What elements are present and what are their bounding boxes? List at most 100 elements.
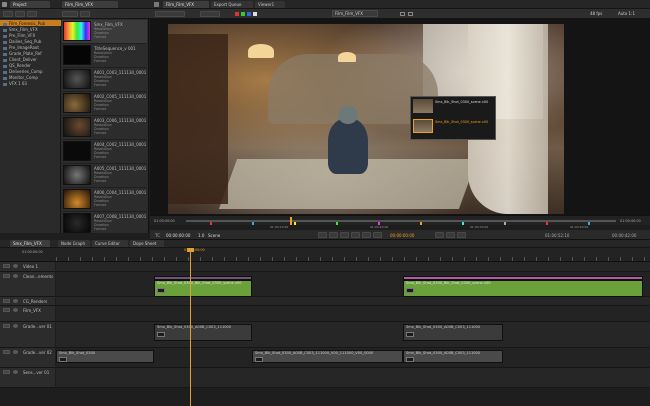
color-swatch-icon[interactable] xyxy=(241,12,245,16)
tab-node-graph[interactable]: Node Graph xyxy=(58,240,90,247)
mode-field[interactable]: Scene xyxy=(208,233,220,238)
bin-item-meta: Format xyxy=(94,203,106,208)
bin-item[interactable]: A003_C006_111130_0001.v Resolution Duratio… xyxy=(62,116,147,140)
alpha-swatch-icon[interactable] xyxy=(253,12,257,16)
folder-icon xyxy=(3,46,7,50)
audio-button[interactable] xyxy=(446,232,455,238)
tree-item[interactable]: Pre_Film_VFX xyxy=(3,33,35,38)
bin-item[interactable]: Smx_Film_VFX Resolution Duration Format xyxy=(62,20,147,44)
tab-export-queue[interactable]: Export Queue xyxy=(211,1,253,8)
viewer-panel: Smx_Blk_Shot_0300_scene.v00 Smx_Blk_Shot… xyxy=(150,19,650,215)
shot-popup-title: Smx_Blk_Shot_0300_scene.v00 xyxy=(435,120,489,124)
app-icon[interactable] xyxy=(2,2,7,7)
timecode-field[interactable]: 00:00:00:00 xyxy=(166,233,190,238)
project-search-button[interactable] xyxy=(27,11,37,17)
timeline-clip[interactable]: Smx_Blk_Shot_0300_A00B_C003_111000 xyxy=(154,324,252,341)
tab-curve-editor[interactable]: Curve Editor xyxy=(92,240,128,247)
tab-dope-sheet[interactable]: Dope Sheet xyxy=(130,240,164,247)
clip-label: Smx_Blk_Shot_0300_A00B_C003_111000 xyxy=(406,351,481,355)
timeline-ruler[interactable]: 01:00:00:00 01:00:00:00 xyxy=(0,248,650,262)
bin-thumbnail xyxy=(63,93,91,113)
playback-dropdown[interactable]: Film_Film_VFX xyxy=(332,10,378,17)
wipe-icon[interactable] xyxy=(400,12,405,16)
viewer-icon[interactable] xyxy=(154,2,159,7)
bin-icons-button[interactable] xyxy=(62,11,78,17)
step-back-button[interactable] xyxy=(329,232,338,238)
folder-icon xyxy=(3,34,7,38)
bin-item-text: Smx_Film_VFX Resolution Duration Format xyxy=(94,22,146,40)
mark-in-button[interactable] xyxy=(457,232,466,238)
timeline-playhead-handle[interactable] xyxy=(187,248,194,252)
bin-item-text: A002_C005_111130_0001.v Resolution Duratio… xyxy=(94,94,146,112)
bin-item[interactable]: TitleSequence_v 001 Resolution Duration For… xyxy=(62,44,147,68)
clip-label: Smx_Blk_Shot_0300_A00B_C003_111000_V00_1… xyxy=(255,351,374,355)
tab-film[interactable]: Film_Film_VFX xyxy=(62,1,118,8)
scrubber-playhead[interactable] xyxy=(290,217,292,225)
bin-item[interactable]: A004_C002_111130_0001.v Resolution Duratio… xyxy=(62,140,147,164)
project-list-button[interactable] xyxy=(15,11,25,17)
scene-cabinet xyxy=(168,34,228,204)
timeline-clip[interactable]: Smx_Blk_Shot_0300_A00B_C003_111000 xyxy=(403,324,503,341)
timeline-clip[interactable]: Smx_Blk_Shot_0300_Blk_Shot_0300_scene.v0… xyxy=(403,280,643,297)
zoom-readout[interactable]: Auto 1:1 xyxy=(618,11,635,16)
ruler-label: 01:00:10:00 xyxy=(270,225,289,229)
bin-item[interactable]: A007_C008_111130_0001.v Resolution Duratio… xyxy=(62,212,147,236)
timeline-clip[interactable]: Smx_Blk_Shot_0300_Blk_Shot_0300_scene.v0… xyxy=(154,280,252,297)
viewer-scrubber[interactable]: 01:00:00:00 01:00:40:00 xyxy=(150,215,650,225)
bin-thumbnail xyxy=(63,21,91,41)
folder-icon xyxy=(3,40,7,44)
clip-label: Smx_Blk_Shot_0300_A00B_C003_111000 xyxy=(406,325,481,329)
transport-bar: TC 00:00:00:00 1.0 Scene 00:00:00:00 01:… xyxy=(150,230,650,240)
timeline-clip[interactable]: Smx_Blk_Shot_0300 xyxy=(56,350,154,363)
timeline-clip[interactable]: Smx_Blk_Shot_0300_A00B_C003_111000 xyxy=(403,350,503,363)
tree-item-label: Pre_Film_VFX xyxy=(9,33,36,38)
viewer-channel-button[interactable] xyxy=(200,11,220,17)
in-out-timecode[interactable]: 00:00:00:00 xyxy=(390,233,414,238)
timeline-clip[interactable]: Smx_Blk_Shot_0300_A00B_C003_111000_V00_1… xyxy=(252,350,403,363)
scrubber-track[interactable] xyxy=(186,220,616,222)
bin-item[interactable]: A006_C004_111130_0001.v Resolution Duratio… xyxy=(62,188,147,212)
ruler-label: 01:00:30:00 xyxy=(470,225,489,229)
shot-popup[interactable]: Smx_Blk_Shot_0300_scene.v00 Smx_Blk_Shot… xyxy=(410,96,496,140)
bin-thumbnail xyxy=(63,189,91,209)
loop-button[interactable] xyxy=(435,232,444,238)
rate-field[interactable]: 1.0 xyxy=(198,233,204,238)
timeline-tabbar: Smx_Film_VFX Node Graph Curve Editor Dop… xyxy=(0,240,650,248)
tab-film-viewer[interactable]: Film_Film_VFX xyxy=(163,1,209,8)
clip-thumbnail xyxy=(406,288,414,293)
bin-thumbnail xyxy=(63,117,91,137)
play-reverse-button[interactable] xyxy=(340,232,349,238)
bin-list-button[interactable] xyxy=(80,11,90,17)
go-to-start-button[interactable] xyxy=(318,232,327,238)
tree-item-label: Monitor_Comp xyxy=(9,75,38,80)
tab-project[interactable]: Project xyxy=(10,1,50,8)
clip-thumbnail xyxy=(255,357,263,362)
tree-item[interactable]: Smx_Film_VFX xyxy=(3,27,38,32)
bin-item[interactable]: A002_C005_111130_0001.v Resolution Duratio… xyxy=(62,92,147,116)
tree-item[interactable]: Pre_ImageRoot xyxy=(3,45,39,50)
tree-item[interactable]: Client_Deliver xyxy=(3,57,37,62)
guides-icon[interactable] xyxy=(408,12,413,16)
color-swatch-icon[interactable] xyxy=(235,12,239,16)
tree-item[interactable]: QS_Render xyxy=(3,63,31,68)
stop-button[interactable] xyxy=(351,232,360,238)
tree-item[interactable]: Deliveries_Comp xyxy=(3,69,43,74)
tree-item[interactable]: Film_Forensic_Pub xyxy=(3,21,45,26)
shot-popup-thumb xyxy=(413,119,433,133)
viewer-image[interactable]: Smx_Blk_Shot_0300_scene.v00 Smx_Blk_Shot… xyxy=(168,24,564,214)
play-button[interactable] xyxy=(362,232,371,238)
color-swatch-icon[interactable] xyxy=(247,12,251,16)
tree-item[interactable]: Grade_Plate_Ref xyxy=(3,51,42,56)
tree-item[interactable]: Dailies_Seq_Pub xyxy=(3,39,41,44)
tree-item-label: VFX 1 03 xyxy=(9,81,27,86)
step-forward-button[interactable] xyxy=(373,232,382,238)
tree-item[interactable]: Monitor_Comp xyxy=(3,75,38,80)
viewer-zoom-button[interactable] xyxy=(155,11,185,17)
timeline-playhead[interactable] xyxy=(190,250,191,406)
bin-item[interactable]: A001_C003_111130_0001.v Resolution Duratio… xyxy=(62,68,147,92)
bin-item[interactable]: A005_C001_111130_0001.v Resolution Duratio… xyxy=(62,164,147,188)
tab-viewer[interactable]: Viewer1 xyxy=(255,1,285,8)
tree-item[interactable]: VFX 1 03 xyxy=(3,81,27,86)
project-view-button[interactable] xyxy=(3,11,13,17)
tab-sequence[interactable]: Smx_Film_VFX xyxy=(10,240,50,247)
